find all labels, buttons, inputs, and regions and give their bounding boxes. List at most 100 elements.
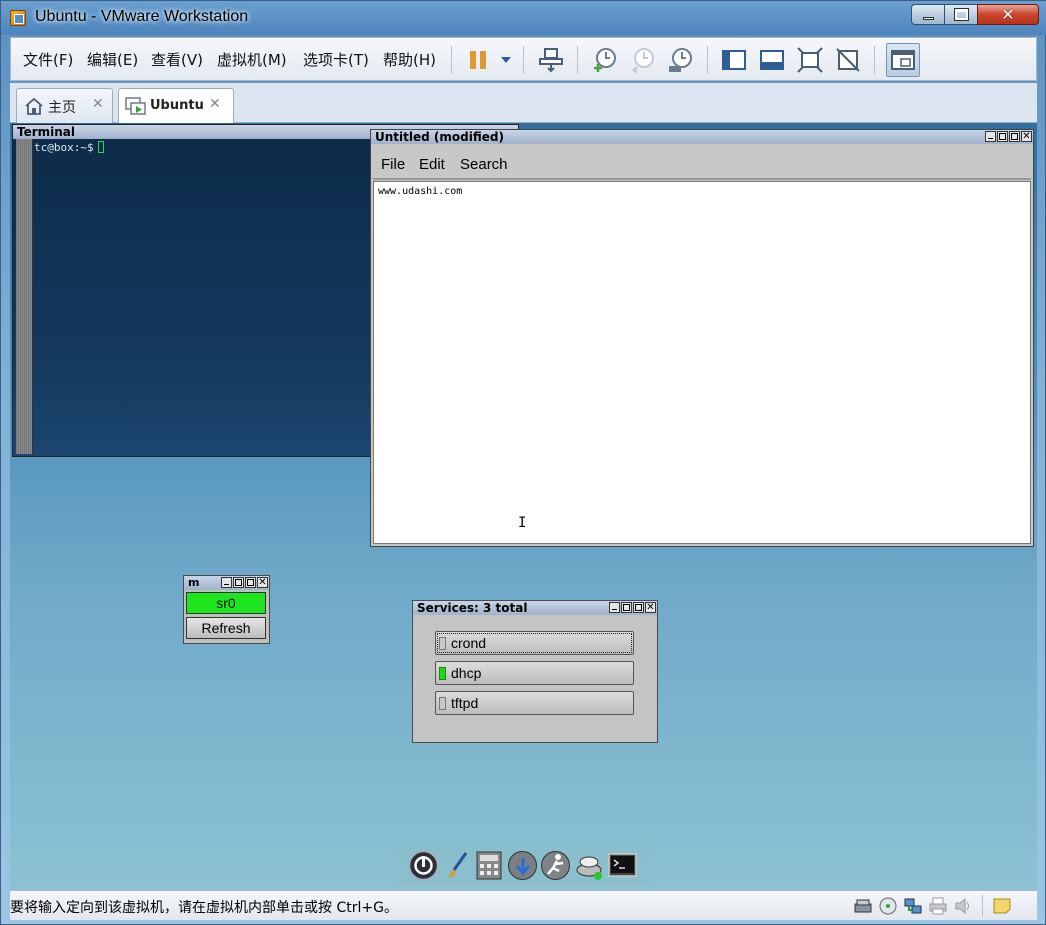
close-icon: ✕: [1001, 5, 1015, 24]
menu-tabs[interactable]: 选项卡(T): [303, 49, 369, 70]
menu-view[interactable]: 查看(V): [151, 49, 203, 70]
calculator-icon[interactable]: [474, 850, 505, 881]
status-message: 要将输入定向到该虚拟机，请在虚拟机内部单击或按 Ctrl+G。: [10, 900, 398, 916]
cd-rom-icon[interactable]: [878, 896, 898, 916]
menu-file[interactable]: 文件(F): [23, 49, 73, 70]
service-label: dhcp: [451, 665, 482, 681]
power-icon[interactable]: [408, 850, 439, 881]
maximize-button[interactable]: [633, 602, 644, 613]
dock: [394, 846, 654, 886]
unity-mode-icon[interactable]: [834, 46, 862, 74]
snapshot-take-icon[interactable]: [591, 46, 619, 74]
terminal-prompt: tc@box:~$: [34, 141, 104, 154]
restore-button[interactable]: [233, 577, 244, 588]
close-tab-icon[interactable]: ✕: [209, 96, 221, 112]
services-window[interactable]: Services: 3 total ✕ crond dhcp tftpd: [412, 600, 658, 743]
menu-search[interactable]: Search: [460, 156, 508, 173]
terminal-icon[interactable]: [607, 850, 638, 881]
chevron-down-icon[interactable]: [499, 46, 513, 74]
toolbar-separator: [577, 46, 578, 74]
editor-window[interactable]: Untitled (modified) ✕ File Edit Search w…: [370, 129, 1034, 547]
brush-icon[interactable]: [442, 850, 473, 881]
status-led-icon: [439, 697, 446, 710]
editor-text-area[interactable]: www.udashi.com I: [373, 181, 1031, 544]
window-title: m: [188, 576, 200, 589]
message-log-icon[interactable]: [992, 896, 1012, 916]
pause-icon[interactable]: [467, 46, 495, 74]
window-title: Untitled (modified): [375, 130, 504, 144]
tab-home[interactable]: 主页 ✕: [16, 88, 113, 124]
vmware-app-icon: [10, 10, 26, 26]
maximize-button[interactable]: [944, 4, 978, 25]
close-button[interactable]: ✕: [977, 4, 1039, 25]
run-icon[interactable]: [540, 850, 571, 881]
service-dhcp-button[interactable]: dhcp: [435, 661, 634, 685]
refresh-button[interactable]: Refresh: [186, 617, 266, 639]
window-title: Services: 3 total: [417, 601, 528, 615]
close-tab-icon[interactable]: ✕: [92, 96, 104, 112]
vm-icon: [125, 97, 146, 115]
install-icon[interactable]: [507, 850, 538, 881]
vm-console[interactable]: Terminal tc@box:~$ Untitled (modified) ✕…: [10, 123, 1037, 890]
menu-edit[interactable]: Edit: [419, 156, 445, 173]
status-led-icon: [439, 667, 446, 680]
minimize-button[interactable]: [609, 602, 620, 613]
toolbar-separator: [707, 46, 708, 74]
snapshot-revert-icon: [632, 48, 654, 74]
maximize-icon: [953, 8, 969, 21]
menu-help[interactable]: 帮助(H): [383, 49, 436, 70]
network-icon[interactable]: [903, 896, 923, 916]
vmware-window: Ubuntu - VMware Workstation ✕ 文件(F) 编辑(E…: [0, 0, 1046, 925]
restore-button[interactable]: [621, 602, 632, 613]
minimize-button[interactable]: [221, 577, 232, 588]
apps-icon[interactable]: [574, 850, 605, 881]
mount-window[interactable]: m ✕ sr0 Refresh: [183, 575, 270, 644]
fullscreen-icon[interactable]: [796, 46, 824, 74]
menu-vm[interactable]: 虚拟机(M): [217, 49, 287, 70]
console-view-icon: [891, 50, 915, 70]
maximize-button[interactable]: [1009, 131, 1020, 142]
minimize-button[interactable]: [911, 4, 945, 25]
mount-sr0-button[interactable]: sr0: [186, 592, 266, 614]
service-tftpd-button[interactable]: tftpd: [435, 691, 634, 715]
sound-icon[interactable]: [953, 896, 973, 916]
close-button[interactable]: ✕: [1021, 131, 1032, 142]
service-label: crond: [451, 635, 487, 651]
console-view-button[interactable]: [886, 43, 920, 77]
tab-label: Ubuntu: [150, 98, 204, 113]
hard-disk-icon[interactable]: [853, 896, 873, 916]
close-button[interactable]: ✕: [257, 577, 268, 588]
window-title: Ubuntu - VMware Workstation: [35, 8, 249, 25]
title-bar[interactable]: Ubuntu - VMware Workstation ✕: [1, 1, 1046, 35]
thumbnail-view-icon[interactable]: [758, 46, 786, 74]
toolbar-separator: [451, 46, 452, 74]
text-cursor: [97, 141, 104, 153]
close-button[interactable]: ✕: [645, 602, 656, 613]
tab-ubuntu[interactable]: Ubuntu ✕: [118, 88, 234, 124]
mount-title-bar[interactable]: m ✕: [184, 576, 269, 590]
tab-label: 主页: [48, 100, 76, 116]
editor-title-bar[interactable]: Untitled (modified) ✕: [371, 130, 1033, 144]
service-label: tftpd: [451, 695, 479, 711]
minimize-icon: [922, 17, 934, 20]
maximize-button[interactable]: [245, 577, 256, 588]
window-title: Terminal: [17, 125, 76, 139]
services-title-bar[interactable]: Services: 3 total ✕: [413, 601, 657, 615]
printer-icon[interactable]: [928, 896, 948, 916]
status-separator: [982, 895, 983, 917]
restore-button[interactable]: [997, 131, 1008, 142]
scrollbar[interactable]: [16, 139, 33, 454]
ibeam-cursor: I: [518, 515, 527, 531]
send-ctrl-alt-del-icon[interactable]: [537, 46, 565, 74]
menu-edit[interactable]: 编辑(E): [87, 49, 138, 70]
snapshot-manager-icon[interactable]: [667, 46, 695, 74]
tab-bar: 主页 ✕ Ubuntu ✕: [10, 83, 1037, 124]
home-icon: [25, 97, 43, 115]
service-crond-button[interactable]: crond: [435, 631, 634, 655]
editor-content: www.udashi.com: [378, 186, 463, 197]
editor-menu-bar: File Edit Search: [373, 145, 1031, 180]
sidebar-view-icon[interactable]: [720, 46, 748, 74]
toolbar-separator: [874, 46, 875, 74]
minimize-button[interactable]: [985, 131, 996, 142]
menu-file[interactable]: File: [381, 156, 405, 173]
